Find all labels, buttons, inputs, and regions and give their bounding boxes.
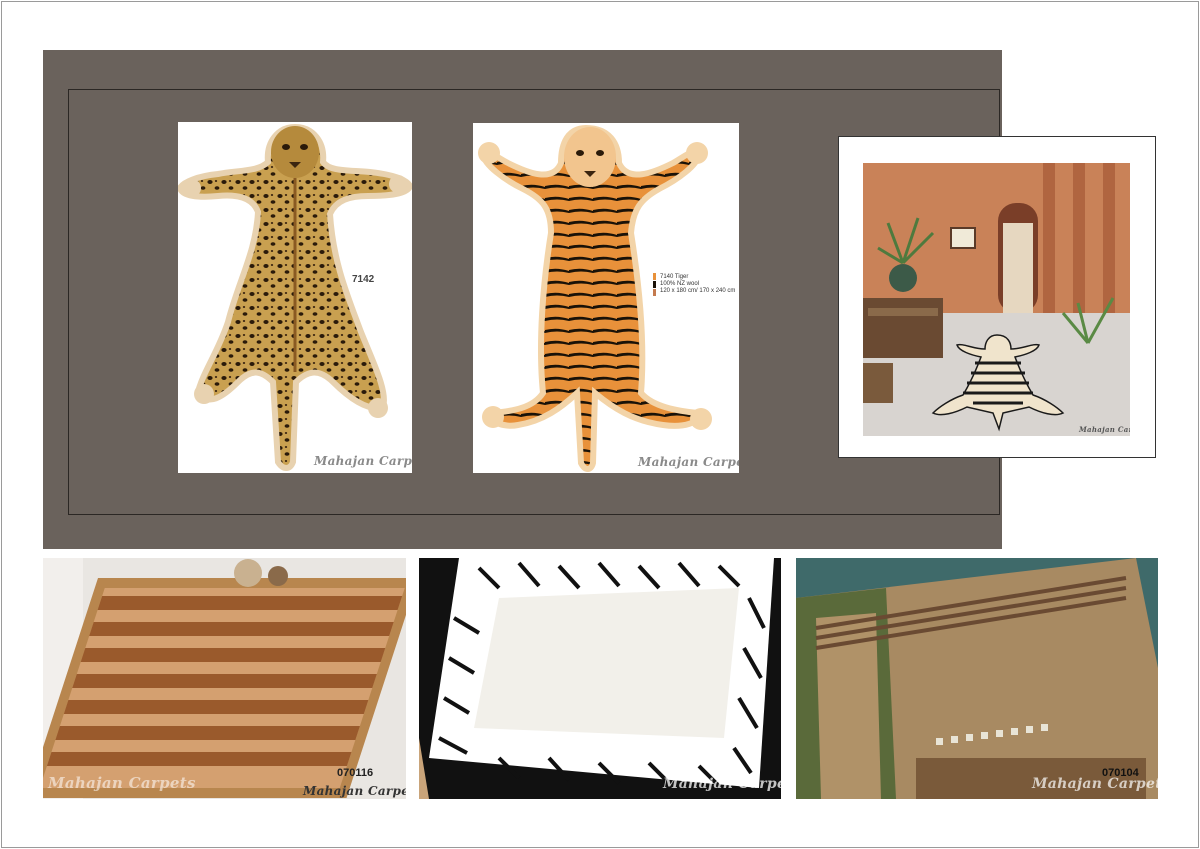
modern-rug-image — [796, 558, 1158, 799]
leopard-watermark: Mahajan Carpets — [314, 454, 412, 468]
striped-rug-card[interactable]: 070116 Mahajan Carpets Mahajan Carpets — [43, 558, 406, 799]
swatch-black — [653, 281, 656, 288]
leopard-product-code: 7142 — [352, 274, 375, 285]
tiger-spec-material: 100% NZ wool — [660, 281, 700, 287]
tiger-spec-code: 7140 Tiger — [660, 274, 689, 280]
swatch-rust — [653, 289, 656, 296]
room-watermark: Mahajan Carpets — [1079, 425, 1130, 434]
leopard-rug-card[interactable]: 7142 Mahajan Carpets — [178, 122, 412, 473]
zebra-border-rug-image — [419, 558, 781, 799]
striped-watermark-faded: Mahajan Carpets — [48, 774, 196, 792]
tiger-rug-card[interactable]: 7140 Tiger 100% NZ wool 120 x 180 cm/ 17… — [473, 123, 739, 473]
tiger-spec-sizes: 120 x 180 cm/ 170 x 240 cm — [660, 288, 736, 294]
modern-rug-card[interactable]: 070104 Mahajan Carpets — [796, 558, 1158, 799]
tiger-rug-image — [478, 124, 712, 472]
zebra-room-image — [863, 163, 1130, 436]
swatch-orange — [653, 273, 656, 280]
modern-watermark: Mahajan Carpets — [1032, 776, 1158, 792]
zebra-border-rug-card[interactable]: 7248 Mahajan Carpets — [419, 558, 781, 799]
striped-rug-image — [43, 558, 406, 799]
striped-watermark: Mahajan Carpets — [303, 784, 406, 798]
leopard-rug-image — [178, 123, 412, 471]
striped-product-code: 070116 — [337, 767, 374, 779]
zebra-border-watermark: Mahajan Carpets — [663, 776, 781, 792]
zebra-room-card[interactable]: Mahajan Carpets — [863, 163, 1130, 436]
tiger-watermark: Mahajan Carpets — [638, 455, 739, 469]
